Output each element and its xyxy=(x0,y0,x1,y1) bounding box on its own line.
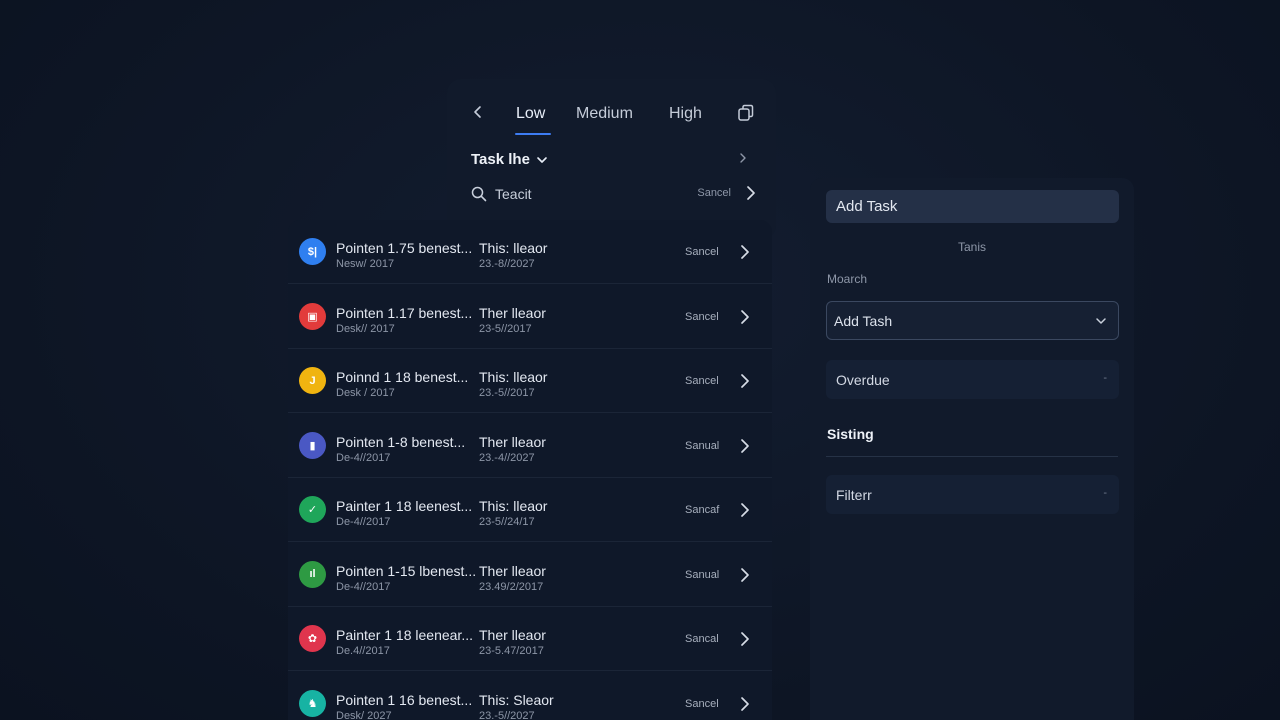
task-row[interactable]: $| Pointen 1.75 benest... Nesw/ 2017 This: … xyxy=(288,220,772,284)
chevron-left-icon xyxy=(474,106,481,118)
task-row[interactable]: ✓ Painter 1 18 leenest... De-4//2017 This: … xyxy=(288,478,772,542)
task-status: Sanual xyxy=(685,568,720,581)
task-avatar-icon: ✿ xyxy=(299,625,326,652)
task-row[interactable]: ıl Pointen 1-15 lbenest... De-4//2017 Ther … xyxy=(288,543,772,607)
divider xyxy=(826,456,1118,457)
task-due-date: 23-5//2017 xyxy=(479,322,532,335)
chevron-right-icon[interactable] xyxy=(737,371,753,391)
chevron-right-icon[interactable] xyxy=(737,500,753,520)
search-input[interactable]: Teacit xyxy=(495,186,532,202)
task-avatar-icon: J xyxy=(299,367,326,394)
task-row[interactable]: ♞ Pointen 1 16 benest... Desk/ 2027 This: S… xyxy=(288,672,772,720)
task-date: De-4//2017 xyxy=(336,451,391,464)
chevron-right-icon[interactable] xyxy=(737,307,753,327)
task-avatar-icon: ▮ xyxy=(299,431,326,459)
app-stage: Low Medium High Task lhe Teacit Sancel $… xyxy=(0,0,1280,720)
task-name: Pointen 1-15 lbenest... xyxy=(336,562,477,579)
chevron-right-icon[interactable] xyxy=(743,183,759,203)
task-date: Nesw/ 2017 xyxy=(336,258,395,270)
task-select[interactable]: Add Tash xyxy=(826,301,1119,340)
chevron-down-icon xyxy=(537,156,547,163)
task-due-date: 23.-5//2027 xyxy=(479,709,535,720)
task-row[interactable]: ▮ Pointen 1-8 benest... De-4//2017 Ther lle… xyxy=(288,414,772,478)
task-owner: Ther lleaor xyxy=(479,433,546,450)
task-status: Sancel xyxy=(685,310,719,323)
task-owner: This: lleaor xyxy=(479,369,548,385)
tab-low[interactable]: Low xyxy=(516,105,545,123)
chevron-right-icon[interactable] xyxy=(737,242,753,262)
task-avatar-icon: $| xyxy=(299,238,326,265)
task-status: Sancel xyxy=(685,246,719,258)
task-row[interactable]: ✿ Painter 1 18 leenear... De.4//2017 Ther l… xyxy=(288,607,772,671)
chevron-down-icon xyxy=(1096,318,1106,324)
task-avatar-icon: ✓ xyxy=(299,496,326,523)
task-date: Desk/ 2027 xyxy=(336,709,392,720)
task-owner: This: lleaor xyxy=(479,240,548,256)
overdue-label: Overdue xyxy=(836,371,890,388)
active-tab-indicator xyxy=(515,133,551,135)
task-date: De.4//2017 xyxy=(336,645,390,657)
task-row[interactable]: J Poinnd 1 18 benest... Desk / 2017 This: l… xyxy=(288,349,772,413)
task-status: Sancel xyxy=(685,375,719,387)
task-row[interactable]: ▣ Pointen 1.17 benest... Desk// 2017 Ther l… xyxy=(288,285,772,349)
search-icon xyxy=(471,186,487,202)
task-avatar-icon: ıl xyxy=(299,560,326,588)
task-name: Painter 1 18 leenest... xyxy=(336,498,473,514)
chevron-right-icon[interactable] xyxy=(737,694,753,714)
filter-label: Filterr xyxy=(836,486,872,503)
task-owner: This: lleaor xyxy=(479,498,548,514)
list-title-dropdown[interactable]: Task lhe xyxy=(471,151,548,168)
chevron-right-icon[interactable] xyxy=(737,629,753,649)
task-select-value: Add Tash xyxy=(834,312,893,329)
task-name: Pointen 1.75 benest... xyxy=(336,240,473,256)
task-due-date: 23.-8//2027 xyxy=(479,258,535,270)
filter-dash: - xyxy=(1103,487,1107,499)
copy-icon[interactable] xyxy=(736,103,756,123)
task-list: $| Pointen 1.75 benest... Nesw/ 2017 This: … xyxy=(288,220,772,720)
task-due-date: 23-5.47/2017 xyxy=(479,645,544,657)
chevron-right-icon[interactable] xyxy=(737,436,753,456)
tab-medium[interactable]: Medium xyxy=(576,105,633,123)
task-date: Desk// 2017 xyxy=(336,322,395,335)
search-status: Sancel xyxy=(697,187,731,199)
section-title: Sisting xyxy=(827,426,874,442)
search-row[interactable]: Teacit Sancel xyxy=(471,183,761,205)
task-due-date: 23.-4//2027 xyxy=(479,451,535,464)
task-status: Sancel xyxy=(685,697,719,710)
task-name: Painter 1 18 leenear... xyxy=(336,627,473,643)
task-date: De-4//2017 xyxy=(336,516,391,528)
task-status: Sancaf xyxy=(685,504,720,516)
task-avatar-icon: ▣ xyxy=(299,302,326,330)
tasks-caption: Tanis xyxy=(957,240,986,254)
back-button[interactable] xyxy=(467,101,489,123)
task-date: De-4//2017 xyxy=(336,580,391,593)
task-status: Sancal xyxy=(685,633,719,645)
search-label: Moarch xyxy=(827,272,868,286)
task-owner: Ther lleaor xyxy=(479,562,546,579)
task-due-date: 23.49/2/2017 xyxy=(479,580,544,593)
task-due-date: 23.-5//2017 xyxy=(479,387,535,399)
task-owner: This: Sleaor xyxy=(479,691,554,708)
task-name: Pointen 1 16 benest... xyxy=(336,691,473,708)
filter-field[interactable]: Filterr - xyxy=(826,475,1119,514)
filter-panel: Low Medium High Task lhe Teacit Sancel xyxy=(447,79,776,239)
task-owner: Ther lleaor xyxy=(479,304,546,321)
add-task-button[interactable]: Add Task xyxy=(826,190,1119,223)
task-owner: Ther lleaor xyxy=(479,627,546,643)
task-due-date: 23-5//24/17 xyxy=(479,516,535,528)
task-name: Pointen 1-8 benest... xyxy=(336,433,466,450)
overdue-dash: - xyxy=(1103,372,1107,384)
task-avatar-icon: ♞ xyxy=(299,689,326,717)
task-status: Sanual xyxy=(685,439,720,452)
list-title: Task lhe xyxy=(471,151,530,168)
task-name: Pointen 1.17 benest... xyxy=(336,304,473,321)
task-date: Desk / 2017 xyxy=(336,387,395,399)
add-task-panel: Add Task Tanis Moarch Add Tash Overdue -… xyxy=(810,178,1134,720)
tab-high[interactable]: High xyxy=(669,105,702,123)
chevron-right-icon[interactable] xyxy=(736,151,750,165)
priority-tabs: Low Medium High xyxy=(447,79,776,149)
overdue-field[interactable]: Overdue - xyxy=(826,360,1119,399)
chevron-right-icon[interactable] xyxy=(737,565,753,585)
task-name: Poinnd 1 18 benest... xyxy=(336,369,469,385)
